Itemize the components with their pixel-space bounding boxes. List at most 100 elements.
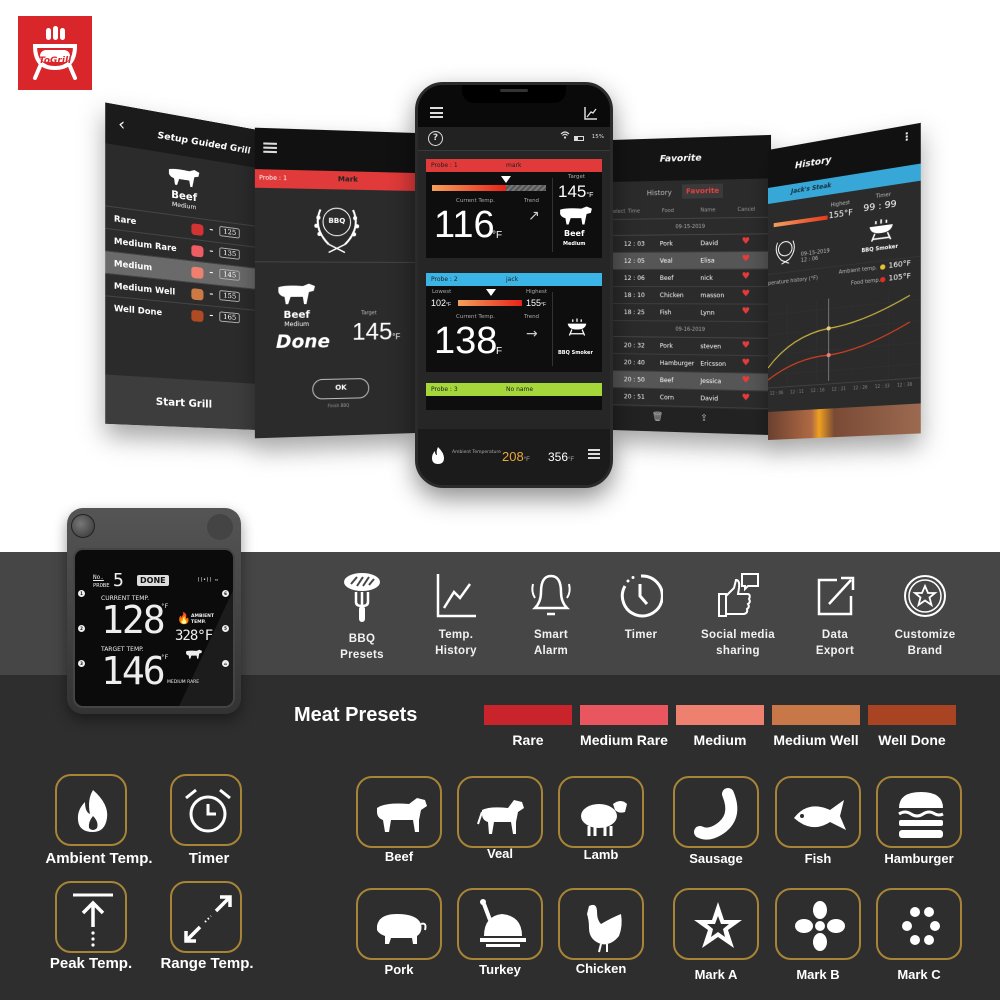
doneness-swatch (580, 705, 668, 725)
doneness-label: Well Done (878, 732, 946, 748)
color-swatch (191, 223, 204, 237)
row-time: 20 : 50 (623, 376, 645, 384)
favorite-row[interactable]: • 12 : 03 Pork David ♥ (612, 234, 772, 253)
meat-label: Turkey (479, 962, 521, 977)
help-icon[interactable]: ? (428, 131, 443, 146)
meat-label: Chicken (575, 961, 627, 976)
timer-tile[interactable] (170, 774, 242, 846)
favorite-row[interactable]: • 12 : 06 Beef nick ♥ (612, 269, 772, 288)
timer-icon (620, 574, 663, 618)
done-status: Done (275, 330, 331, 354)
more-vertical-icon[interactable]: ⋮ (901, 131, 912, 145)
heart-icon[interactable]: ♥ (742, 341, 750, 351)
meat-tile-sausage[interactable] (673, 776, 759, 848)
device-label: BBQ Smoker (558, 350, 593, 356)
meat-tile-hamburger[interactable] (876, 776, 962, 848)
temp-value[interactable]: 125 (219, 225, 241, 239)
row-name: Elisa (700, 257, 715, 265)
data-export-icon (817, 576, 855, 616)
row-time: 20 : 51 (623, 393, 645, 401)
probe-port-2: 2 (78, 625, 85, 632)
feature-timer: Timer (596, 572, 686, 644)
heart-icon[interactable]: ♥ (742, 376, 750, 386)
doneness-label: Medium Well (113, 281, 176, 297)
tile-label: Peak Temp. (49, 955, 133, 972)
heart-icon[interactable]: ♥ (742, 358, 750, 368)
probe-1-card[interactable]: Current Temp. Trend 116 °F ↗ Target 145°… (426, 172, 602, 258)
meat-tile-turkey[interactable] (457, 888, 543, 960)
start-grill-button[interactable]: Start Grill (105, 374, 258, 430)
probe-2-header[interactable]: Probe : 2 jack (426, 273, 602, 286)
x-tick-label: 12 : 21 (832, 386, 847, 392)
heart-icon[interactable]: ♥ (742, 237, 750, 247)
customize-brand-icon (904, 575, 946, 617)
temperature-gauge (458, 300, 522, 306)
ok-button[interactable]: OK (312, 377, 370, 400)
meat-doneness: Medium (284, 320, 310, 329)
share-icon[interactable]: ⇪ (700, 413, 708, 423)
heart-icon[interactable]: ♥ (742, 254, 750, 264)
ambient-label: Ambient Temperature (452, 450, 501, 455)
food-point (826, 352, 831, 358)
tab-history[interactable]: History (647, 189, 672, 198)
favorite-row[interactable]: • 18 : 25 Fish Lynn ♥ (612, 304, 772, 323)
ambient-temp-tile[interactable] (55, 774, 127, 846)
temp-value[interactable]: 145 (219, 268, 241, 282)
doneness-swatch (484, 705, 572, 725)
x-tick-label: 12 : 16 (811, 387, 825, 393)
doneness-label: Medium Rare (113, 236, 177, 254)
cow-icon (168, 166, 200, 189)
meat-label: Sausage (689, 851, 743, 866)
heart-icon[interactable]: ♥ (742, 272, 750, 282)
chart-icon[interactable] (584, 105, 598, 124)
trash-icon[interactable]: 🗑 (652, 412, 663, 422)
meat-tile-beef[interactable] (356, 776, 442, 848)
menu-icon[interactable] (263, 142, 277, 154)
star-icon (694, 902, 742, 948)
chevron-left-icon[interactable]: ‹ (118, 113, 125, 134)
meat-tile-lamb[interactable] (558, 776, 644, 848)
probe-2-card[interactable]: Lowest 102°F Highest 155°F Current Temp.… (426, 286, 602, 372)
meat-doneness: Medium (563, 241, 586, 247)
meat-tile-mark-b[interactable] (775, 888, 861, 960)
probe-label: Probe : 1 (259, 174, 288, 183)
gauge-marker (486, 289, 496, 296)
temp-value[interactable]: 135 (219, 247, 241, 260)
meat-tile-pork[interactable] (356, 888, 442, 960)
x-tick-label: 12 : 06 (770, 390, 784, 396)
meat-tile-veal[interactable] (457, 776, 543, 848)
favorite-row[interactable]: • 12 : 05 Veal Elisa ♥ (612, 251, 772, 270)
meat-tile-fish[interactable] (775, 776, 861, 848)
feature-label: Timer (624, 629, 658, 641)
target-temp: 146 (101, 649, 166, 693)
peak-temp-tile[interactable] (55, 881, 127, 953)
row-time: 18 : 10 (623, 292, 645, 300)
meat-tile-mark-a[interactable] (673, 888, 759, 960)
probe-1-header[interactable]: Probe : 1 mark (426, 159, 602, 172)
heart-icon[interactable]: ♥ (742, 289, 750, 299)
settings-sliders-icon[interactable] (588, 449, 600, 461)
device-button[interactable] (207, 514, 233, 540)
highest-temp: 155°F (526, 298, 547, 308)
meat-tile-mark-c[interactable] (876, 888, 962, 960)
probe-3-header[interactable]: Probe : 3 No name (426, 383, 602, 396)
heart-icon[interactable]: ♥ (742, 393, 750, 403)
heart-icon[interactable]: ♥ (742, 307, 750, 317)
screen-title: History (794, 155, 832, 172)
probe-3-card[interactable] (426, 396, 602, 410)
temp-value[interactable]: 165 (219, 311, 241, 324)
temp-value[interactable]: 155 (219, 289, 241, 303)
menu-icon[interactable] (430, 107, 443, 118)
range-temp-tile[interactable] (170, 881, 242, 953)
legend-value: 160°F (888, 258, 911, 271)
row-food: Pork (659, 342, 673, 350)
tab-favorite[interactable]: Favorite (682, 183, 724, 199)
power-knob[interactable] (71, 514, 95, 538)
feature-smart-alarm: Smart Alarm (506, 572, 596, 659)
history-chart: 12 : 06 12 : 11 12 : 16 12 : 21 12 : 26 12 : … (768, 283, 921, 396)
feature-data-export: Data Export (790, 572, 880, 659)
meat-label: Mark B (796, 967, 840, 982)
favorite-row[interactable]: • 18 : 10 Chicken masson ♥ (612, 287, 772, 305)
table-header: Select Time Food Name Cancel (612, 203, 772, 220)
meat-tile-chicken[interactable] (558, 888, 644, 960)
